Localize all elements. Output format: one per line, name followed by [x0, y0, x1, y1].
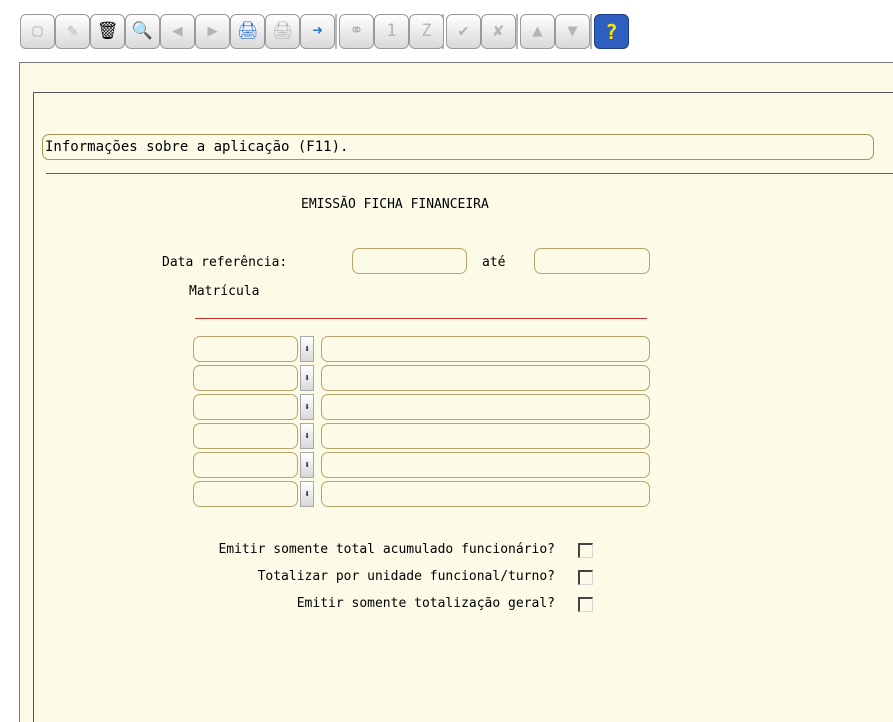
- option-checkbox[interactable]: [578, 543, 593, 558]
- down-arrow-icon: ⬇: [303, 401, 311, 413]
- lookup-button[interactable]: ⬇: [300, 452, 314, 478]
- lookup-button[interactable]: ⬇: [300, 336, 314, 362]
- registration-name-field[interactable]: [321, 423, 650, 449]
- printer-icon: 🖨: [236, 21, 259, 41]
- next-button[interactable]: ▶: [195, 14, 230, 49]
- first-page-button[interactable]: 1: [374, 14, 409, 49]
- option-label: Emitir somente total acumulado funcionár…: [218, 542, 555, 557]
- binoculars-icon: ⚭: [349, 21, 364, 41]
- registration-name-field[interactable]: [321, 336, 650, 362]
- binoculars-button[interactable]: ⚭: [339, 14, 374, 49]
- printer-gray-icon: 🖨: [271, 21, 294, 41]
- registration-code-input[interactable]: [193, 423, 298, 449]
- question-mark-icon: ?: [605, 19, 618, 44]
- option-label: Totalizar por unidade funcional/turno?: [257, 569, 555, 584]
- circle-right-icon: ▶: [207, 21, 218, 41]
- registration-name-field[interactable]: [321, 481, 650, 507]
- status-message: Informações sobre a aplicação (F11).: [45, 139, 349, 155]
- trash-icon: 🗑: [96, 21, 119, 41]
- registration-code-input[interactable]: [193, 336, 298, 362]
- option-label: Emitir somente totalização geral?: [296, 596, 555, 611]
- lookup-button[interactable]: ⬇: [300, 394, 314, 420]
- registration-separator: [195, 318, 647, 319]
- last-page-button[interactable]: Z: [409, 14, 444, 49]
- triangle-up-icon: ▲: [532, 21, 543, 41]
- exit-door-icon: ➜: [312, 21, 323, 41]
- registration-code-input[interactable]: [193, 365, 298, 391]
- toolbar-separator: [590, 14, 592, 49]
- toolbar-separator: [335, 14, 337, 49]
- date-reference-label: Data referência:: [162, 255, 288, 270]
- print-button[interactable]: 🖨: [230, 14, 265, 49]
- up-button[interactable]: ▲: [520, 14, 555, 49]
- confirm-button[interactable]: ✔: [446, 14, 481, 49]
- registration-code-input[interactable]: [193, 394, 298, 420]
- registration-name-field[interactable]: [321, 394, 650, 420]
- new-record-button[interactable]: ▢: [20, 14, 55, 49]
- option-checkbox[interactable]: [578, 570, 593, 585]
- previous-button[interactable]: ◀: [160, 14, 195, 49]
- down-arrow-icon: ⬇: [303, 343, 311, 355]
- status-separator: [46, 173, 893, 174]
- page-z-icon: Z: [421, 21, 432, 41]
- magnifier-icon: 🔍: [131, 21, 154, 41]
- registration-code-input[interactable]: [193, 452, 298, 478]
- down-arrow-icon: ⬇: [303, 459, 311, 471]
- date-from-input[interactable]: [352, 248, 467, 274]
- date-until-label: até: [482, 255, 506, 270]
- search-button[interactable]: 🔍: [125, 14, 160, 49]
- down-button[interactable]: ▼: [555, 14, 590, 49]
- form-title: EMISSÃO FICHA FINANCEIRA: [301, 197, 489, 212]
- down-arrow-icon: ⬇: [303, 488, 311, 500]
- print-preview-button[interactable]: 🖨: [265, 14, 300, 49]
- checkmark-icon: ✔: [458, 21, 469, 41]
- toolbar-separator: [516, 14, 518, 49]
- registration-code-input[interactable]: [193, 481, 298, 507]
- down-arrow-icon: ⬇: [303, 372, 311, 384]
- page-one-icon: 1: [386, 21, 397, 41]
- delete-button[interactable]: 🗑: [90, 14, 125, 49]
- new-document-icon: ▢: [32, 21, 43, 41]
- lookup-button[interactable]: ⬇: [300, 365, 314, 391]
- lookup-button[interactable]: ⬇: [300, 481, 314, 507]
- down-arrow-icon: ⬇: [303, 430, 311, 442]
- edit-button[interactable]: ✎: [55, 14, 90, 49]
- registration-label: Matrícula: [189, 284, 260, 299]
- help-button[interactable]: ?: [594, 14, 629, 49]
- toolbar: ▢ ✎ 🗑 🔍 ◀ ▶ 🖨 🖨 ➜ ⚭ 1 Z ✔ ✘ ▲ ▼?: [0, 0, 893, 62]
- option-checkbox[interactable]: [578, 597, 593, 612]
- lookup-button[interactable]: ⬇: [300, 423, 314, 449]
- pencil-icon: ✎: [67, 21, 78, 41]
- report-form: Informações sobre a aplicação (F11). EMI…: [33, 92, 893, 722]
- triangle-down-icon: ▼: [567, 21, 578, 41]
- exit-button[interactable]: ➜: [300, 14, 335, 49]
- registration-name-field[interactable]: [321, 365, 650, 391]
- registration-name-field[interactable]: [321, 452, 650, 478]
- scissors-x-icon: ✘: [493, 21, 504, 41]
- date-to-input[interactable]: [534, 248, 650, 274]
- cancel-button[interactable]: ✘: [481, 14, 516, 49]
- circle-left-icon: ◀: [172, 21, 183, 41]
